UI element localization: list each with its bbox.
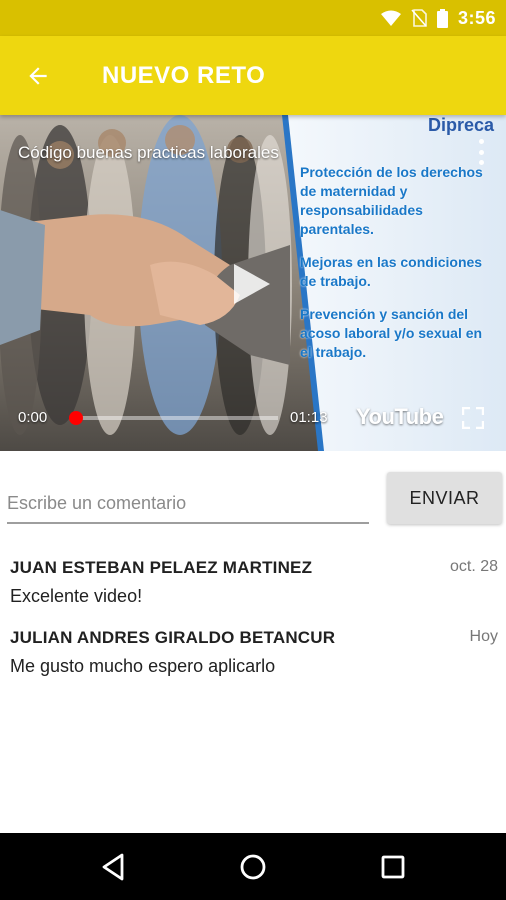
- play-icon[interactable]: [232, 262, 272, 306]
- progress-bar[interactable]: [69, 411, 278, 425]
- list-item: JULIAN ANDRES GIRALDO BETANCUR Hoy Me gu…: [0, 628, 506, 680]
- comment-date: oct. 28: [449, 558, 498, 575]
- status-bar: 3:56: [0, 0, 506, 36]
- brand-logo: Dipreca: [427, 115, 494, 135]
- back-triangle-icon[interactable]: [98, 851, 130, 883]
- status-time: 3:56: [457, 7, 496, 28]
- current-time: 0:00: [18, 409, 48, 426]
- send-button[interactable]: ENVIAR: [387, 472, 502, 524]
- slide-line: Mejoras en las condiciones de trabajo.: [300, 254, 483, 289]
- video-player[interactable]: Dipreca Protección de los derechos de ma…: [0, 115, 506, 451]
- comment-text: Me gusto mucho espero aplicarlo: [10, 656, 276, 676]
- no-sim-icon: [411, 9, 427, 27]
- fullscreen-icon[interactable]: [462, 407, 484, 429]
- youtube-logo[interactable]: YouTube: [356, 404, 444, 430]
- arrow-back-icon: [29, 67, 47, 85]
- back-button[interactable]: [20, 58, 56, 94]
- comment-author: JUAN ESTEBAN PELAEZ MARTINEZ: [10, 558, 313, 577]
- app-bar: NUEVO RETO: [0, 36, 506, 115]
- slide-line: Prevención y sanción del acoso laboral y…: [300, 306, 483, 360]
- comment-author: JULIAN ANDRES GIRALDO BETANCUR: [10, 628, 336, 647]
- battery-icon: [436, 8, 448, 28]
- recents-square-icon[interactable]: [377, 851, 409, 883]
- comment-text: Excelente video!: [10, 586, 143, 606]
- comment-date: Hoy: [469, 628, 498, 645]
- navigation-bar: [0, 833, 506, 900]
- video-title[interactable]: Código buenas practicas laborales: [18, 143, 279, 163]
- status-icons: 3:56: [380, 0, 496, 36]
- comment-input[interactable]: [7, 486, 369, 524]
- slide-text: Protección de los derechos de maternidad…: [300, 163, 490, 376]
- slide-line: Protección de los derechos de maternidad…: [300, 164, 483, 237]
- wifi-icon: [380, 10, 401, 26]
- more-options-icon[interactable]: [476, 139, 486, 165]
- home-circle-icon[interactable]: [237, 851, 269, 883]
- total-time: 01:13: [290, 409, 328, 426]
- page-title: NUEVO RETO: [102, 62, 266, 89]
- list-item: JUAN ESTEBAN PELAEZ MARTINEZ oct. 28 Exc…: [0, 558, 506, 610]
